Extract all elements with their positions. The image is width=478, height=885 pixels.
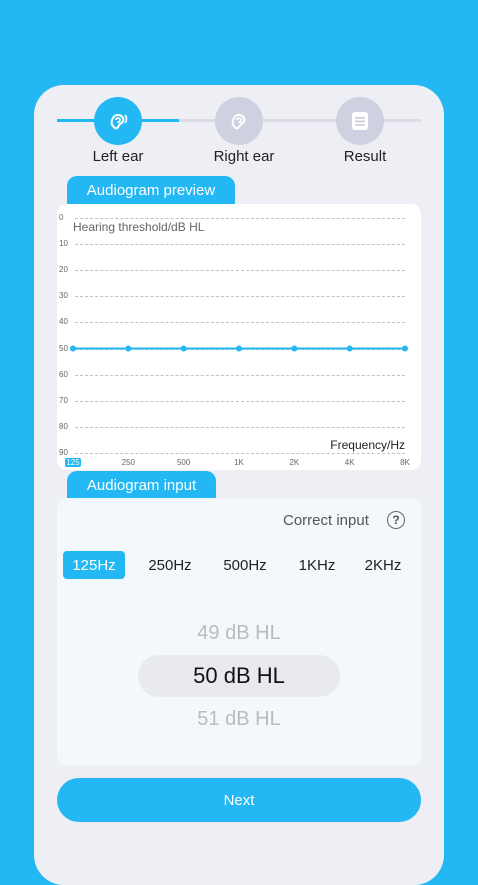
data-point <box>70 345 76 352</box>
audiogram-chart <box>70 345 408 352</box>
audiogram-preview-tab: Audiogram preview <box>67 176 235 204</box>
step-right-ear[interactable] <box>215 97 263 145</box>
db-picker-next[interactable]: 51 dB HL <box>0 708 478 731</box>
data-point <box>402 345 408 352</box>
step-label-result: Result <box>343 148 387 165</box>
audiogram-preview-panel: Hearing threshold/dB HL Frequency/Hz 0 10… <box>57 204 421 470</box>
freq-500hz[interactable]: 500Hz <box>214 551 276 579</box>
freq-2khz[interactable]: 2KHz <box>352 551 414 579</box>
question-circle-icon[interactable]: ? <box>387 511 405 529</box>
step-label-left-ear: Left ear <box>92 148 144 165</box>
document-icon <box>352 112 368 130</box>
correct-input-label: Correct input <box>283 512 369 529</box>
step-label-right-ear: Right ear <box>213 148 275 165</box>
data-point <box>125 345 132 352</box>
data-point <box>291 345 298 352</box>
step-left-ear[interactable] <box>94 97 142 145</box>
data-point <box>180 345 187 352</box>
freq-1khz[interactable]: 1KHz <box>286 551 348 579</box>
data-point <box>346 345 353 352</box>
audiogram-input-tab: Audiogram input <box>67 471 216 499</box>
freq-250hz[interactable]: 250Hz <box>139 551 201 579</box>
db-picker-current[interactable]: 50 dB HL <box>0 663 478 689</box>
correct-input-link[interactable]: Correct input <box>283 512 369 529</box>
db-picker-previous[interactable]: 49 dB HL <box>0 622 478 645</box>
next-button[interactable]: Next <box>57 778 421 822</box>
ear-hearing-icon <box>110 114 128 130</box>
step-result[interactable] <box>336 97 384 145</box>
freq-125hz[interactable]: 125Hz <box>63 551 125 579</box>
next-button-label: Next <box>223 791 255 809</box>
data-point <box>236 345 242 352</box>
ear-icon <box>231 114 246 130</box>
